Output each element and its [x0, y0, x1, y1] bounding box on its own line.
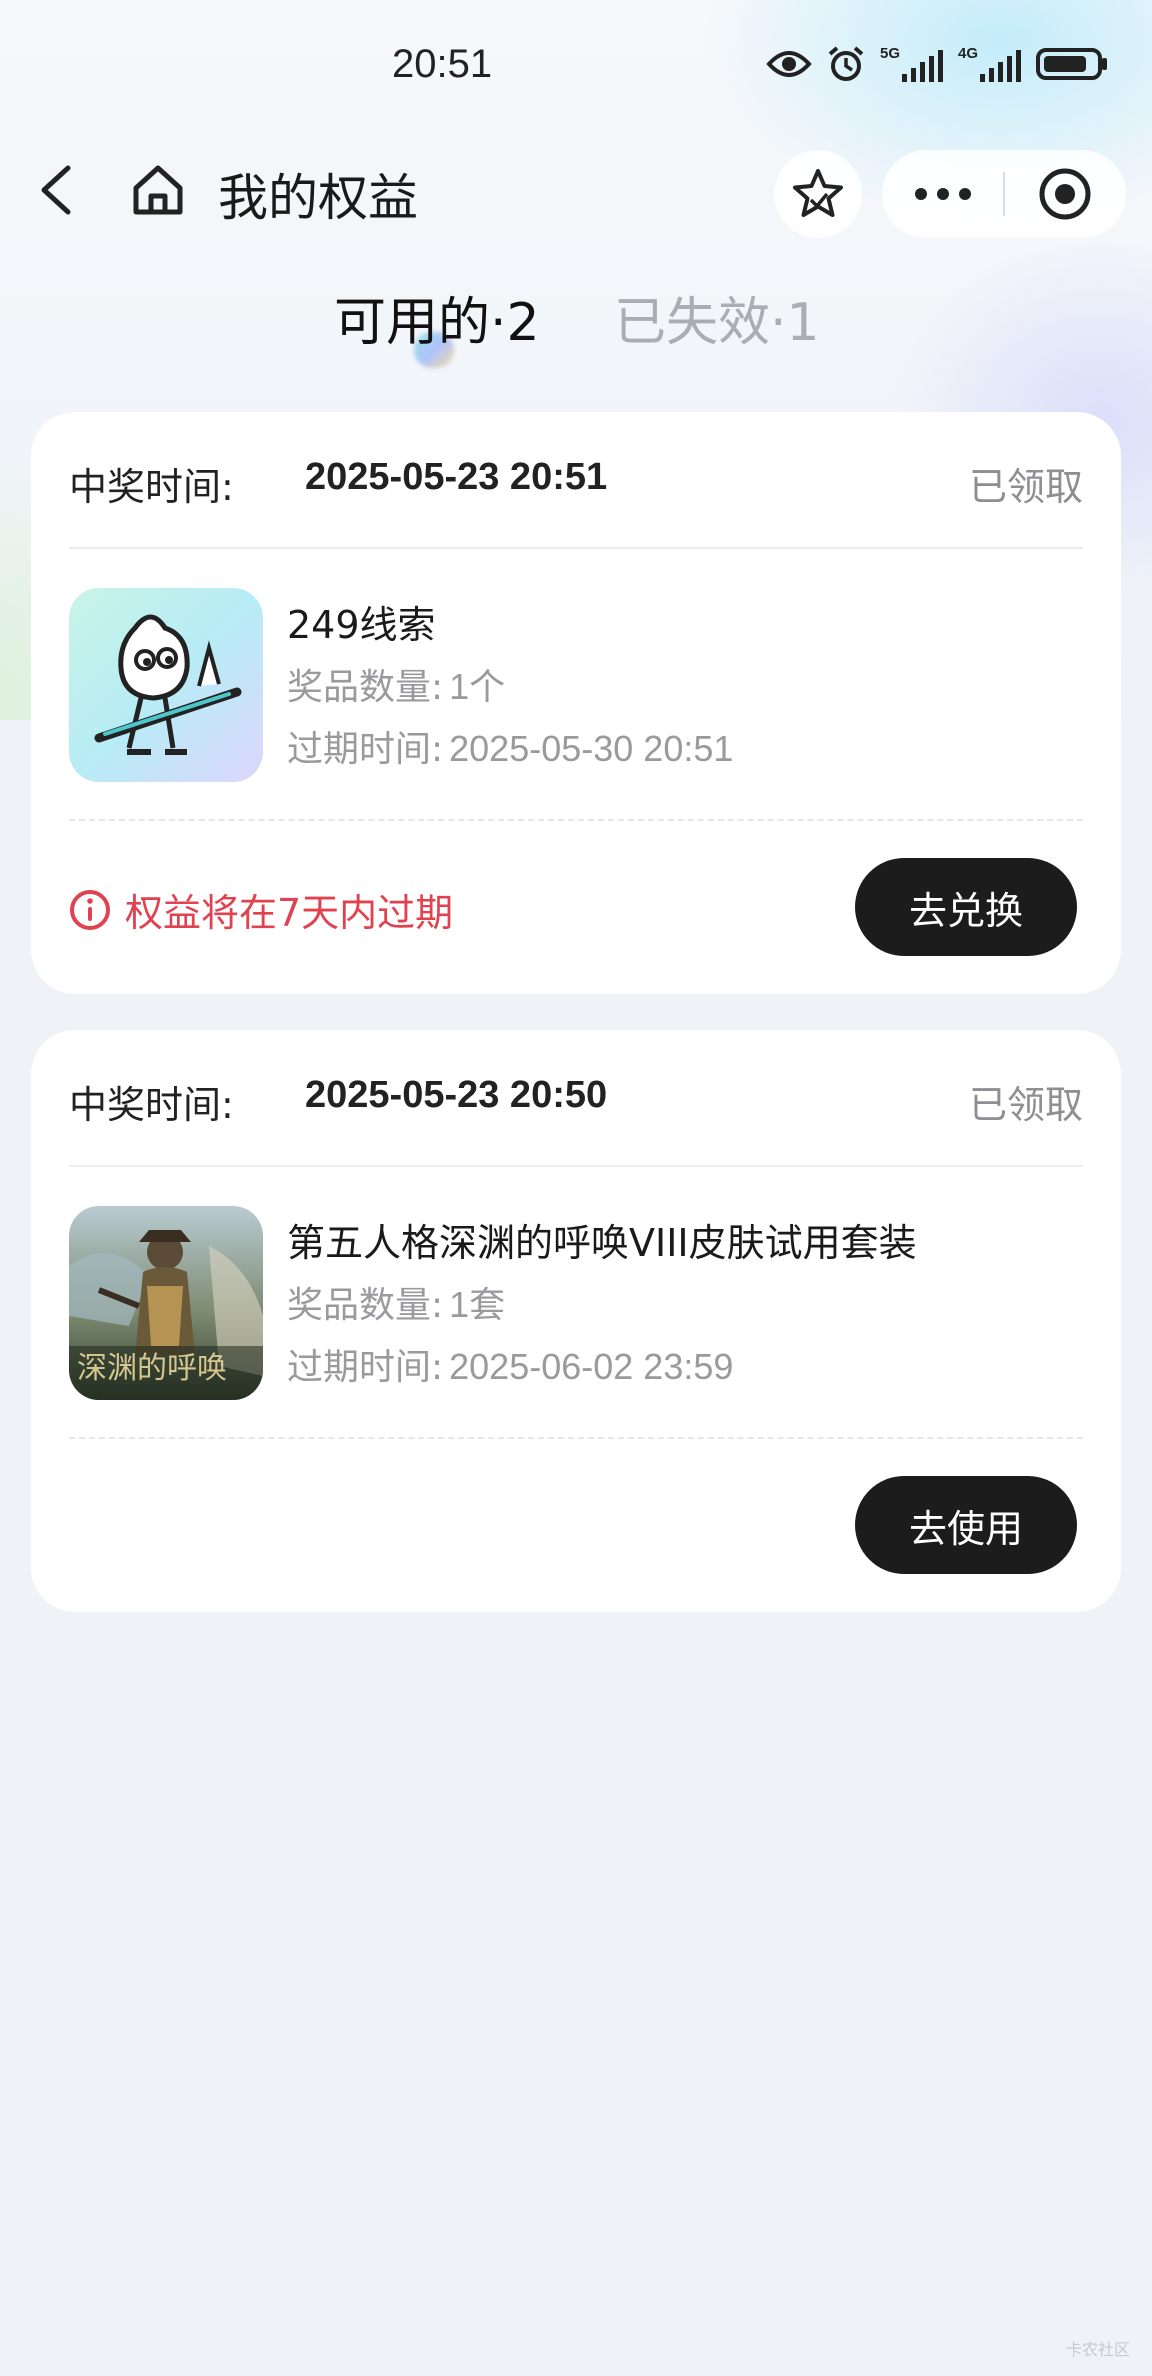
prize-expiry: 过期时间: 2025-06-02 23:59: [287, 1338, 733, 1390]
win-time-value: 2025-05-23 20:51: [305, 456, 608, 498]
status-badge: 已领取: [968, 465, 1083, 509]
home-icon: [133, 165, 183, 215]
watermark: 卡农社区: [1065, 2340, 1130, 2359]
menu-capsule: [882, 150, 1126, 238]
prize-quantity: 奖品数量: 1个: [287, 658, 505, 710]
redeem-button[interactable]: 去兑换: [855, 858, 1077, 956]
win-time-label: 中奖时间:: [69, 1083, 234, 1127]
close-miniprogram-button[interactable]: [1004, 150, 1126, 238]
win-time-label: 中奖时间:: [69, 465, 234, 509]
prize-name: 第五人格深渊的呼唤VIII皮肤试用套装: [287, 1221, 917, 1265]
status-time: 20:51: [392, 42, 493, 86]
tab-available[interactable]: 可用的·2: [334, 280, 540, 355]
expiry-value: 2025-05-30 20:51: [449, 728, 734, 769]
card-header: 中奖时间: 2025-05-23 20:50 已领取: [69, 1074, 1083, 1144]
expiry-label: 过期时间:: [287, 729, 444, 770]
expiry-value: 2025-06-02 23:59: [449, 1346, 734, 1387]
back-arrow-icon: [41, 165, 71, 215]
warning-text: 权益将在7天内过期: [125, 891, 454, 935]
prize-image: [69, 588, 263, 782]
benefit-card: 中奖时间: 2025-05-23 20:51 已领取 249线索 奖品数量: 1…: [31, 412, 1121, 994]
signal-4g-icon: 4G: [958, 45, 1021, 82]
card-header: 中奖时间: 2025-05-23 20:51 已领取: [69, 456, 1083, 526]
star-icon: [793, 169, 843, 217]
quantity-value: 1个: [449, 666, 506, 707]
divider: [69, 547, 1083, 549]
expiry-label: 过期时间:: [287, 1347, 444, 1388]
prize-name: 249线索: [287, 603, 436, 647]
game-poster-image: 深渊的呼唤: [69, 1206, 263, 1400]
nav-bar: 我的权益: [0, 140, 1152, 240]
more-icon: [915, 188, 971, 200]
net2-label: 4G: [958, 45, 978, 62]
expiry-warning: 权益将在7天内过期: [69, 882, 453, 937]
back-button[interactable]: [30, 162, 86, 218]
prize-quantity: 奖品数量: 1套: [287, 1276, 505, 1328]
net1-label: 5G: [880, 45, 900, 62]
benefit-card: 中奖时间: 2025-05-23 20:50 已领取 深渊的呼唤 第五人格深渊的…: [31, 1030, 1121, 1612]
prize-expiry: 过期时间: 2025-05-30 20:51: [287, 720, 733, 772]
status-bar: 20:51 5G 4G: [0, 0, 1152, 140]
info-warning-icon: [70, 889, 110, 930]
use-button[interactable]: 去使用: [855, 1476, 1077, 1574]
page-title: 我的权益: [218, 169, 418, 227]
quantity-label: 奖品数量:: [287, 667, 444, 708]
dashed-divider: [69, 819, 1083, 821]
divider: [69, 1165, 1083, 1167]
battery-icon: [1036, 48, 1107, 80]
signal-5g-icon: 5G: [880, 45, 943, 82]
status-badge: 已领取: [968, 1083, 1083, 1127]
eye-icon: [766, 51, 812, 77]
quantity-value: 1套: [449, 1284, 506, 1325]
dashed-divider: [69, 1437, 1083, 1439]
home-button[interactable]: [128, 160, 188, 220]
svg-text:深渊的呼唤: 深渊的呼唤: [77, 1351, 227, 1386]
mascot-guitar-image: [69, 588, 263, 782]
quantity-label: 奖品数量:: [287, 1285, 444, 1326]
win-time-value: 2025-05-23 20:50: [305, 1074, 608, 1116]
tab-expired[interactable]: 已失效·1: [614, 280, 820, 355]
more-button[interactable]: [882, 150, 1004, 238]
prize-image: 深渊的呼唤: [69, 1206, 263, 1400]
status-icons: 5G 4G: [766, 44, 1108, 84]
tab-bar: 可用的·2 已失效·1: [0, 280, 1152, 370]
favorite-button[interactable]: [774, 150, 862, 238]
target-close-icon: [1039, 168, 1091, 220]
alarm-icon: [828, 46, 864, 81]
